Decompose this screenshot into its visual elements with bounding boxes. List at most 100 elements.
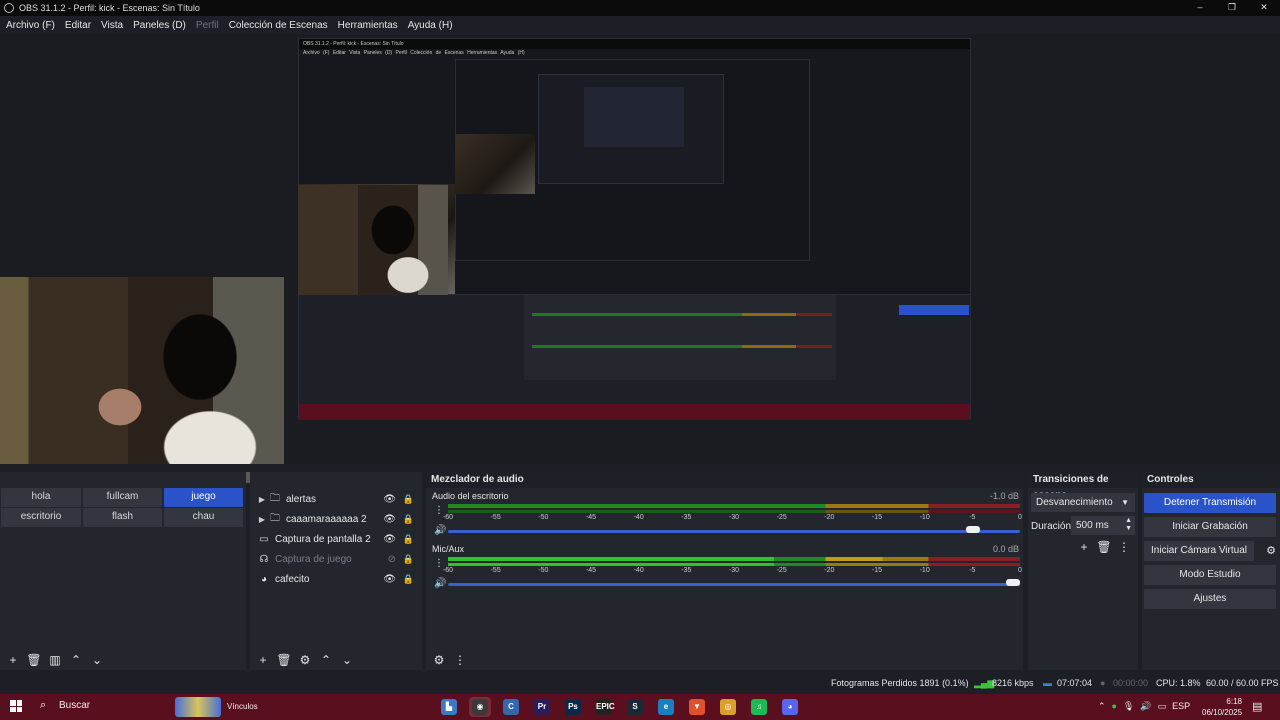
folder-glyph-icon: ▙: [441, 699, 457, 715]
stop-streaming-button[interactable]: Detener Transmisión: [1144, 493, 1276, 513]
menu-herramientas[interactable]: Herramientas: [338, 20, 398, 31]
display-icon[interactable]: ▭: [1158, 701, 1167, 712]
notification-icon[interactable]: ▤: [1252, 700, 1262, 713]
remove-source-button[interactable]: 🗑: [275, 653, 293, 667]
source-item[interactable]: ☊ Captura de juego ⊘ 🔒: [250, 549, 422, 569]
start-virtual-camera-button[interactable]: Iniciar Cámara Virtual: [1144, 541, 1254, 561]
steam-app-icon[interactable]: S: [624, 697, 646, 717]
transitions-toolbar: + 🗑 ⋮: [1076, 540, 1132, 554]
scene-juego[interactable]: juego: [164, 488, 243, 507]
language-indicator[interactable]: ESP: [1172, 701, 1190, 712]
settings-button[interactable]: Ajustes: [1144, 589, 1276, 609]
eye-icon[interactable]: 👁: [383, 534, 396, 545]
speaker-icon[interactable]: 🔊: [434, 578, 446, 589]
volume-slider-knob[interactable]: [1006, 579, 1020, 586]
transition-select[interactable]: Desvanecimiento ▼: [1031, 493, 1135, 512]
expand-icon[interactable]: ▶: [256, 495, 268, 504]
clock[interactable]: 6:18 06/10/2025: [1202, 696, 1242, 718]
chrome-app-icon[interactable]: ◎: [717, 697, 739, 717]
move-scene-down-button[interactable]: ⌄: [88, 653, 106, 667]
scene-flash[interactable]: flash: [83, 508, 162, 527]
menu-paneles[interactable]: Paneles (D): [133, 20, 186, 31]
lock-icon[interactable]: 🔒: [403, 574, 414, 585]
minimize-button[interactable]: –: [1184, 0, 1216, 16]
volume-slider[interactable]: [448, 530, 1020, 533]
speaker-icon[interactable]: 🔊: [434, 525, 446, 536]
menu-coleccion-escenas[interactable]: Colección de Escenas: [229, 20, 328, 31]
move-source-up-button[interactable]: ⌃: [317, 653, 335, 667]
fps: 60.00 / 60.00 FPS: [1206, 678, 1279, 688]
eye-icon[interactable]: 👁: [383, 514, 396, 525]
lock-icon[interactable]: 🔒: [403, 534, 414, 545]
taskbar-search[interactable]: Buscar: [59, 700, 90, 711]
add-transition-button[interactable]: +: [1076, 540, 1092, 554]
edge-app-icon[interactable]: e: [655, 697, 677, 717]
volume-slider-knob[interactable]: [965, 526, 980, 533]
scenes-panel: hola fullcam juego escritorio flash chau…: [0, 472, 246, 670]
volume-slider[interactable]: [448, 583, 1020, 586]
tray-chevron-icon[interactable]: ⌃: [1098, 701, 1106, 712]
remove-transition-button[interactable]: 🗑: [1096, 540, 1112, 554]
scene-hola[interactable]: hola: [1, 488, 81, 507]
duration-input[interactable]: 500 ms ▲ ▼: [1071, 516, 1135, 535]
remove-scene-button[interactable]: 🗑: [25, 653, 43, 667]
move-scene-up-button[interactable]: ⌃: [67, 653, 85, 667]
transition-menu-button[interactable]: ⋮: [1116, 540, 1132, 554]
windows-start-icon[interactable]: [10, 700, 22, 712]
scene-escritorio[interactable]: escritorio: [1, 508, 81, 527]
eye-icon[interactable]: 👁: [383, 494, 396, 505]
lock-icon[interactable]: 🔒: [403, 514, 414, 525]
scene-filters-button[interactable]: ▥: [46, 653, 64, 667]
menu-vista[interactable]: Vista: [101, 20, 123, 31]
widget-image[interactable]: [175, 697, 221, 717]
lock-icon[interactable]: 🔒: [403, 494, 414, 505]
source-item[interactable]: ◕ cafecito 👁 🔒: [250, 569, 422, 589]
photoshop-app-icon[interactable]: Ps: [562, 697, 584, 717]
menu-ayuda[interactable]: Ayuda (H): [408, 20, 453, 31]
ccleaner-app-icon[interactable]: C: [500, 697, 522, 717]
epic-app-icon[interactable]: EPIC: [593, 697, 615, 717]
microphone-icon[interactable]: 🎙: [1123, 701, 1134, 712]
obs-app-icon[interactable]: ◉: [469, 697, 491, 717]
volume-icon[interactable]: 🔊: [1140, 701, 1151, 712]
mixer-menu-button[interactable]: ⋮: [451, 653, 469, 667]
eye-hidden-icon[interactable]: ⊘: [388, 554, 396, 565]
scale-tick-label: -35: [681, 514, 692, 521]
move-source-down-button[interactable]: ⌄: [338, 653, 356, 667]
source-item[interactable]: ▭ Captura de pantalla 2 👁 🔒: [250, 529, 422, 549]
add-scene-button[interactable]: +: [4, 653, 22, 667]
spotify-glyph-icon: ♫: [751, 699, 767, 715]
menu-editar[interactable]: Editar: [65, 20, 91, 31]
widget-label[interactable]: Vínculos: [227, 702, 258, 711]
discord-app-icon[interactable]: ◕: [779, 697, 801, 717]
close-button[interactable]: ✕: [1248, 0, 1280, 16]
premiere-app-icon[interactable]: Pr: [531, 697, 553, 717]
scale-tick-label: -40: [633, 567, 644, 574]
eye-icon[interactable]: 👁: [383, 574, 396, 585]
menu-archivo[interactable]: Archivo (F): [6, 20, 55, 31]
expand-icon[interactable]: ▶: [256, 515, 268, 524]
brave-app-icon[interactable]: ▼: [686, 697, 708, 717]
add-source-button[interactable]: +: [254, 653, 272, 667]
spin-arrows-icon[interactable]: ▲ ▼: [1125, 517, 1132, 533]
sources-toolbar: + 🗑 ⚙ ⌃ ⌄: [250, 650, 422, 670]
scene-fullcam[interactable]: fullcam: [83, 488, 162, 507]
tray-status-icon[interactable]: ●: [1112, 701, 1117, 712]
maximize-button[interactable]: ❐: [1216, 0, 1248, 16]
search-icon[interactable]: ⌕: [40, 699, 46, 712]
source-item[interactable]: ▶ 🗀 alertas 👁 🔒: [250, 489, 422, 509]
lock-icon[interactable]: 🔒: [403, 554, 414, 565]
source-properties-button[interactable]: ⚙: [296, 653, 314, 667]
source-item[interactable]: ▶ 🗀 caaamaraaaaaa 2 👁 🔒: [250, 509, 422, 529]
ccleaner-glyph-icon: C: [503, 699, 519, 715]
mixer-settings-button[interactable]: ⚙: [430, 653, 448, 667]
menu-perfil[interactable]: Perfil: [196, 20, 219, 31]
start-recording-button[interactable]: Iniciar Grabación: [1144, 517, 1276, 537]
scene-grid: hola fullcam juego escritorio flash chau: [0, 488, 246, 527]
folder-app-icon[interactable]: ▙: [438, 697, 460, 717]
spotify-app-icon[interactable]: ♫: [748, 697, 770, 717]
gear-icon[interactable]: ⚙: [1266, 544, 1276, 557]
scale-tick-label: -50: [538, 514, 549, 521]
scene-chau[interactable]: chau: [164, 508, 243, 527]
studio-mode-button[interactable]: Modo Estudio: [1144, 565, 1276, 585]
